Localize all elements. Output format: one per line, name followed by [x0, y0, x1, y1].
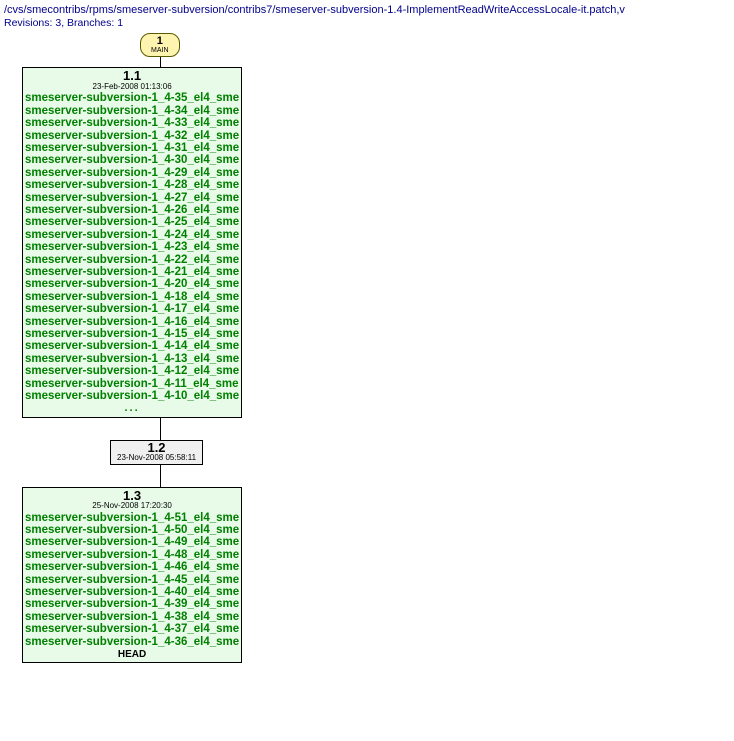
- tag-label: smeserver-subversion-1_4-12_el4_sme: [25, 365, 239, 377]
- tag-label: smeserver-subversion-1_4-26_el4_sme: [25, 204, 239, 216]
- revision-date: 25-Nov-2008 17:20:30: [25, 502, 239, 510]
- branch-name: MAIN: [151, 47, 169, 54]
- tag-label: smeserver-subversion-1_4-23_el4_sme: [25, 241, 239, 253]
- head-label: HEAD: [25, 649, 239, 660]
- branch-node-main[interactable]: 1 MAIN: [140, 33, 180, 57]
- file-path: /cvs/smecontribs/rpms/smeserver-subversi…: [4, 4, 730, 17]
- tag-label: smeserver-subversion-1_4-38_el4_sme: [25, 611, 239, 623]
- tag-label: smeserver-subversion-1_4-28_el4_sme: [25, 179, 239, 191]
- tag-label: smeserver-subversion-1_4-33_el4_sme: [25, 117, 239, 129]
- tag-label: smeserver-subversion-1_4-35_el4_sme: [25, 92, 239, 104]
- tag-label: smeserver-subversion-1_4-39_el4_sme: [25, 598, 239, 610]
- file-meta: Revisions: 3, Branches: 1: [4, 17, 730, 29]
- tag-list: smeserver-subversion-1_4-51_el4_smesmese…: [25, 512, 239, 648]
- connector-line: [160, 418, 161, 440]
- revision-date: 23-Nov-2008 05:58:11: [117, 454, 196, 462]
- tag-label: smeserver-subversion-1_4-51_el4_sme: [25, 512, 239, 524]
- connector-line: [160, 465, 161, 487]
- tag-label: smeserver-subversion-1_4-18_el4_sme: [25, 291, 239, 303]
- branch-number: 1: [157, 35, 163, 47]
- tag-label: smeserver-subversion-1_4-34_el4_sme: [25, 105, 239, 117]
- tag-label: smeserver-subversion-1_4-30_el4_sme: [25, 154, 239, 166]
- more-ellipsis: ...: [25, 402, 239, 414]
- tag-label: smeserver-subversion-1_4-36_el4_sme: [25, 636, 239, 648]
- tag-label: smeserver-subversion-1_4-14_el4_sme: [25, 340, 239, 352]
- tag-label: smeserver-subversion-1_4-37_el4_sme: [25, 623, 239, 635]
- tag-label: smeserver-subversion-1_4-31_el4_sme: [25, 142, 239, 154]
- tag-label: smeserver-subversion-1_4-50_el4_sme: [25, 524, 239, 536]
- tag-label: smeserver-subversion-1_4-11_el4_sme: [25, 378, 239, 390]
- revision-graph: 1 MAIN 1.1 23-Feb-2008 01:13:06 smeserve…: [4, 33, 730, 663]
- tag-label: smeserver-subversion-1_4-21_el4_sme: [25, 266, 239, 278]
- tag-label: smeserver-subversion-1_4-25_el4_sme: [25, 216, 239, 228]
- tag-label: smeserver-subversion-1_4-16_el4_sme: [25, 316, 239, 328]
- tag-label: smeserver-subversion-1_4-13_el4_sme: [25, 353, 239, 365]
- revision-number: 1.3: [25, 489, 239, 503]
- tag-label: smeserver-subversion-1_4-15_el4_sme: [25, 328, 239, 340]
- tag-label: smeserver-subversion-1_4-17_el4_sme: [25, 303, 239, 315]
- tag-label: smeserver-subversion-1_4-45_el4_sme: [25, 574, 239, 586]
- tag-label: smeserver-subversion-1_4-20_el4_sme: [25, 278, 239, 290]
- revision-date: 23-Feb-2008 01:13:06: [25, 83, 239, 91]
- revision-number: 1.2: [117, 441, 196, 455]
- tag-label: smeserver-subversion-1_4-22_el4_sme: [25, 254, 239, 266]
- tag-label: smeserver-subversion-1_4-24_el4_sme: [25, 229, 239, 241]
- connector-line: [160, 57, 161, 67]
- tag-list: smeserver-subversion-1_4-35_el4_smesmese…: [25, 92, 239, 402]
- tag-label: smeserver-subversion-1_4-27_el4_sme: [25, 192, 239, 204]
- tag-label: smeserver-subversion-1_4-46_el4_sme: [25, 561, 239, 573]
- tag-label: smeserver-subversion-1_4-48_el4_sme: [25, 549, 239, 561]
- tag-label: smeserver-subversion-1_4-32_el4_sme: [25, 130, 239, 142]
- tag-label: smeserver-subversion-1_4-10_el4_sme: [25, 390, 239, 402]
- tag-label: smeserver-subversion-1_4-40_el4_sme: [25, 586, 239, 598]
- revision-node-1-2[interactable]: 1.2 23-Nov-2008 05:58:11: [110, 440, 203, 465]
- tag-label: smeserver-subversion-1_4-29_el4_sme: [25, 167, 239, 179]
- revision-node-1-3[interactable]: 1.3 25-Nov-2008 17:20:30 smeserver-subve…: [22, 487, 242, 664]
- tag-label: smeserver-subversion-1_4-49_el4_sme: [25, 536, 239, 548]
- revision-number: 1.1: [25, 69, 239, 83]
- revision-node-1-1[interactable]: 1.1 23-Feb-2008 01:13:06 smeserver-subve…: [22, 67, 242, 417]
